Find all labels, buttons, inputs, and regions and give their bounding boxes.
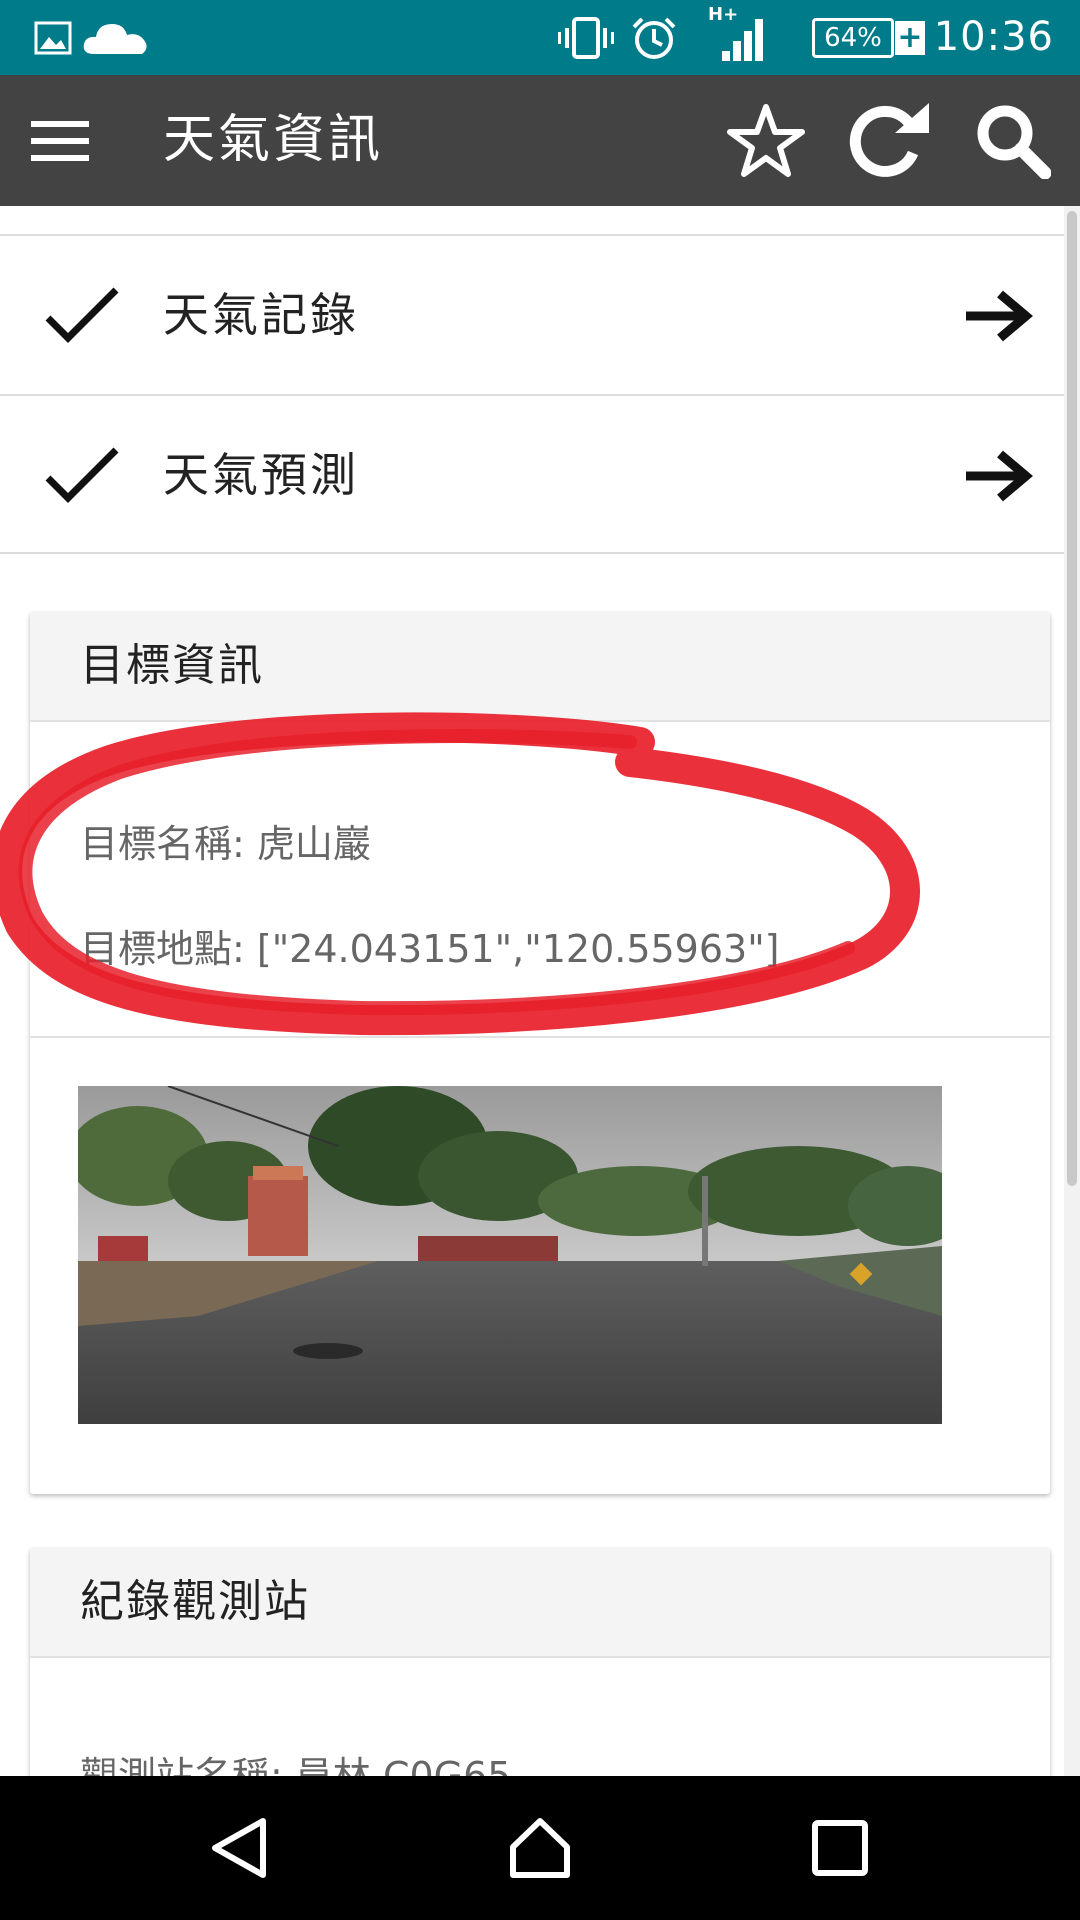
card-title: 紀錄觀測站: [80, 1576, 310, 1627]
status-time: 10:36: [933, 14, 1054, 60]
street-view-photo: [78, 1086, 942, 1424]
content-scroll-area[interactable]: 天氣記錄 天氣預測 目標資訊 目標名稱: 虎山巖 目標地點: ["24.0431…: [0, 206, 1064, 1776]
nav-item-weather-forecast[interactable]: 天氣預測: [0, 396, 1064, 554]
search-button[interactable]: [958, 75, 1068, 206]
menu-button[interactable]: [5, 75, 115, 206]
refresh-icon: [849, 102, 929, 177]
page-title: 天氣資訊: [163, 110, 384, 170]
divider: [0, 552, 1064, 554]
scrollbar[interactable]: [1064, 206, 1080, 1776]
target-location: 目標地點: ["24.043151","120.55963"]: [80, 927, 780, 971]
system-nav-bar: [0, 1776, 1080, 1920]
arrow-right-icon: [962, 288, 1034, 348]
station-name: 觀測站名稱: 員林 C0G65: [80, 1754, 512, 1776]
alarm-icon: [630, 0, 678, 75]
target-info-card: 目標資訊 目標名稱: 虎山巖 目標地點: ["24.043151","120.5…: [30, 612, 1050, 1494]
nav-item-weather-record[interactable]: 天氣記錄: [0, 236, 1064, 394]
cloud-icon: [80, 0, 152, 75]
nav-item-label: 天氣預測: [163, 448, 359, 502]
status-bar: H+ 64% + 10:36: [0, 0, 1080, 75]
station-card: 紀錄觀測站 觀測站名稱: 員林 C0G65: [30, 1548, 1050, 1776]
charging-indicator: +: [895, 21, 925, 55]
card-title: 目標資訊: [80, 640, 264, 691]
app-bar: 天氣資訊: [0, 75, 1080, 206]
nav-item-label: 天氣記錄: [163, 288, 359, 342]
signal-icon: [718, 0, 768, 75]
favorite-button[interactable]: [711, 75, 821, 206]
check-icon: [44, 444, 120, 510]
battery-level: 64%: [824, 23, 882, 53]
home-icon: [510, 1818, 570, 1878]
back-button[interactable]: [170, 1776, 310, 1920]
recents-button[interactable]: [770, 1776, 910, 1920]
battery-icon: 64%: [812, 18, 894, 58]
vibrate-icon: [556, 0, 616, 75]
target-name: 目標名稱: 虎山巖: [80, 822, 371, 866]
scroll-thumb[interactable]: [1067, 211, 1077, 1186]
hamburger-menu-icon: [31, 120, 89, 161]
card-header: 紀錄觀測站: [30, 1548, 1050, 1658]
check-icon: [44, 284, 120, 350]
image-icon: [34, 0, 72, 75]
screen: H+ 64% + 10:36 天氣資訊 天氣記錄 天氣預測 目標資訊 目標名稱:…: [0, 0, 1080, 1920]
divider: [30, 1036, 1050, 1038]
back-icon: [212, 1818, 266, 1878]
search-icon: [977, 105, 1051, 179]
refresh-button[interactable]: [833, 75, 943, 206]
home-button[interactable]: [470, 1776, 610, 1920]
star-icon: [727, 103, 805, 177]
arrow-right-icon: [962, 448, 1034, 508]
card-header: 目標資訊: [30, 612, 1050, 722]
recents-icon: [812, 1820, 868, 1876]
